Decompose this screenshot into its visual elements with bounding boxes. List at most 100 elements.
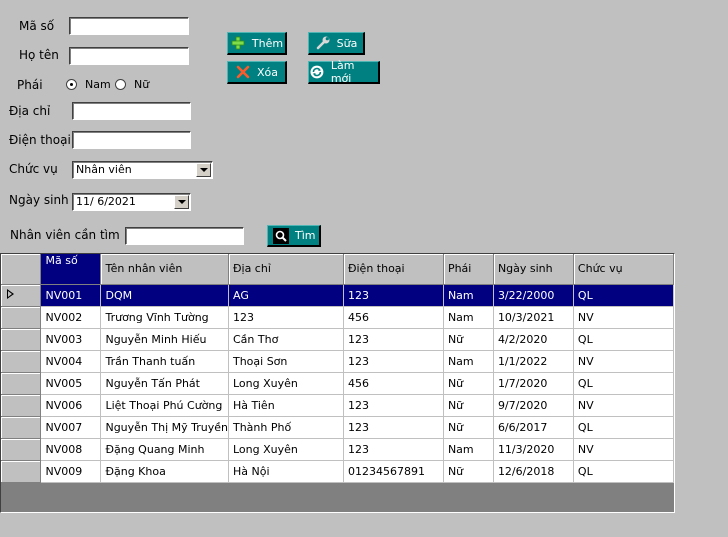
col-header-chuc-vu[interactable]: Chức vụ <box>573 254 674 285</box>
chevron-down-icon[interactable] <box>196 163 211 177</box>
table-cell[interactable]: Hà Tiên <box>228 394 344 417</box>
row-selector[interactable] <box>1 394 42 417</box>
table-cell[interactable]: NV <box>573 438 674 461</box>
row-selector[interactable] <box>1 328 42 351</box>
table-cell[interactable]: Nam <box>443 284 494 307</box>
table-cell[interactable]: AG <box>228 284 344 307</box>
table-cell[interactable]: 456 <box>343 306 444 329</box>
table-cell[interactable]: 123 <box>343 394 444 417</box>
table-row[interactable]: NV005 Nguyễn Tấn Phát Long Xuyên 456 Nữ 1/7/2… <box>1 372 674 395</box>
table-cell[interactable]: Long Xuyên <box>228 438 344 461</box>
table-cell[interactable]: 123 <box>343 328 444 351</box>
table-cell[interactable]: NV <box>573 394 674 417</box>
table-cell[interactable]: 9/7/2020 <box>493 394 574 417</box>
table-cell[interactable]: 123 <box>343 416 444 439</box>
table-cell[interactable]: 123 <box>343 284 444 307</box>
nam-radio[interactable] <box>66 79 77 90</box>
chevron-down-icon[interactable] <box>174 195 189 209</box>
table-row[interactable]: NV007 Nguyễn Thị Mỹ Truyền Thành Phố 123 Nữ 6… <box>1 416 674 439</box>
table-cell[interactable]: NV002 <box>40 306 102 329</box>
table-cell[interactable]: NV007 <box>40 416 102 439</box>
row-selector[interactable] <box>1 438 42 461</box>
ma-so-field[interactable] <box>69 17 189 35</box>
sua-button[interactable]: Sữa <box>308 32 365 55</box>
table-row[interactable]: NV001 DQM AG 123 Nam 3/22/2000 QL <box>1 284 674 307</box>
nu-radio[interactable] <box>115 79 126 90</box>
table-cell[interactable]: QL <box>573 372 674 395</box>
tim-button[interactable]: Tìm <box>267 225 321 247</box>
table-row[interactable]: NV006 Liệt Thoại Phú Cường Hà Tiên 123 Nữ 9/7… <box>1 394 674 417</box>
table-cell[interactable]: Liệt Thoại Phú Cường <box>100 394 229 417</box>
dia-chi-field[interactable] <box>72 102 191 120</box>
table-cell[interactable]: Thành Phố <box>228 416 344 439</box>
table-cell[interactable]: Hà Nội <box>228 460 344 483</box>
lam-moi-button[interactable]: Làm mới <box>308 59 380 85</box>
row-selector[interactable] <box>1 350 42 373</box>
table-cell[interactable]: DQM <box>100 284 229 307</box>
chuc-vu-select[interactable]: Nhân viên <box>72 161 213 179</box>
table-cell[interactable]: NV008 <box>40 438 102 461</box>
table-cell[interactable]: NV004 <box>40 350 102 373</box>
row-selector[interactable] <box>1 460 42 483</box>
ngay-sinh-picker[interactable]: 11/ 6/2021 <box>72 193 191 211</box>
table-cell[interactable]: Nam <box>443 306 494 329</box>
col-header-dia-chi[interactable]: Địa chỉ <box>228 254 344 285</box>
row-selector[interactable] <box>1 372 42 395</box>
table-cell[interactable]: Cần Thơ <box>228 328 344 351</box>
row-selector[interactable] <box>1 284 42 307</box>
table-cell[interactable]: 4/2/2020 <box>493 328 574 351</box>
table-cell[interactable]: Đặng Quang Minh <box>100 438 229 461</box>
search-input[interactable] <box>125 227 244 245</box>
table-cell[interactable]: 01234567891 <box>343 460 444 483</box>
table-cell[interactable]: 456 <box>343 372 444 395</box>
table-cell[interactable]: NV005 <box>40 372 102 395</box>
table-row[interactable]: NV002 Trương Vĩnh Tường 123 456 Nam 10/3/2021… <box>1 306 674 329</box>
table-row[interactable]: NV003 Nguyễn Minh Hiếu Cần Thơ 123 Nữ 4/2/202… <box>1 328 674 351</box>
table-cell[interactable]: Nguyễn Tấn Phát <box>100 372 229 395</box>
table-cell[interactable]: QL <box>573 284 674 307</box>
table-cell[interactable]: 11/3/2020 <box>493 438 574 461</box>
table-cell[interactable]: 1/1/2022 <box>493 350 574 373</box>
col-header-ma-so[interactable]: Mã số <box>40 254 102 285</box>
them-button[interactable]: Thêm <box>227 32 287 55</box>
table-cell[interactable]: 1/7/2020 <box>493 372 574 395</box>
table-cell[interactable]: Nguyễn Minh Hiếu <box>100 328 229 351</box>
row-selector[interactable] <box>1 416 42 439</box>
table-cell[interactable]: 123 <box>343 438 444 461</box>
table-cell[interactable]: NV <box>573 306 674 329</box>
table-cell[interactable]: Nam <box>443 350 494 373</box>
table-cell[interactable]: Nữ <box>443 460 494 483</box>
table-cell[interactable]: NV001 <box>40 284 102 307</box>
table-cell[interactable]: 123 <box>343 350 444 373</box>
col-header-phai[interactable]: Phái <box>443 254 494 285</box>
table-cell[interactable]: Trần Thanh tuấn <box>100 350 229 373</box>
table-cell[interactable]: NV003 <box>40 328 102 351</box>
table-cell[interactable]: NV006 <box>40 394 102 417</box>
row-selector[interactable] <box>1 306 42 329</box>
table-cell[interactable]: Nữ <box>443 416 494 439</box>
table-cell[interactable]: 6/6/2017 <box>493 416 574 439</box>
table-cell[interactable]: Nữ <box>443 328 494 351</box>
table-row[interactable]: NV008 Đặng Quang Minh Long Xuyên 123 Nam 11/3… <box>1 438 674 461</box>
table-cell[interactable]: 10/3/2021 <box>493 306 574 329</box>
employee-grid[interactable]: Mã số Tên nhân viên Địa chỉ Điện thoại P… <box>0 253 675 513</box>
table-cell[interactable]: 3/22/2000 <box>493 284 574 307</box>
col-header-ngay-sinh[interactable]: Ngày sinh <box>493 254 574 285</box>
table-cell[interactable]: NV <box>573 350 674 373</box>
table-cell[interactable]: QL <box>573 328 674 351</box>
table-cell[interactable]: QL <box>573 460 674 483</box>
table-cell[interactable]: Thoại Sơn <box>228 350 344 373</box>
table-cell[interactable]: 123 <box>228 306 344 329</box>
table-cell[interactable]: Nữ <box>443 372 494 395</box>
table-cell[interactable]: Long Xuyên <box>228 372 344 395</box>
table-row[interactable]: NV004 Trần Thanh tuấn Thoại Sơn 123 Nam 1/1/2… <box>1 350 674 373</box>
table-cell[interactable]: QL <box>573 416 674 439</box>
table-cell[interactable]: Trương Vĩnh Tường <box>100 306 229 329</box>
table-cell[interactable]: Đặng Khoa <box>100 460 229 483</box>
col-header-ten[interactable]: Tên nhân viên <box>100 254 229 285</box>
dien-thoai-field[interactable] <box>72 131 191 149</box>
ho-ten-field[interactable] <box>69 47 189 65</box>
col-header-dien-thoai[interactable]: Điện thoại <box>343 254 444 285</box>
xoa-button[interactable]: Xóa <box>227 61 287 84</box>
table-cell[interactable]: Nguyễn Thị Mỹ Truyền <box>100 416 229 439</box>
